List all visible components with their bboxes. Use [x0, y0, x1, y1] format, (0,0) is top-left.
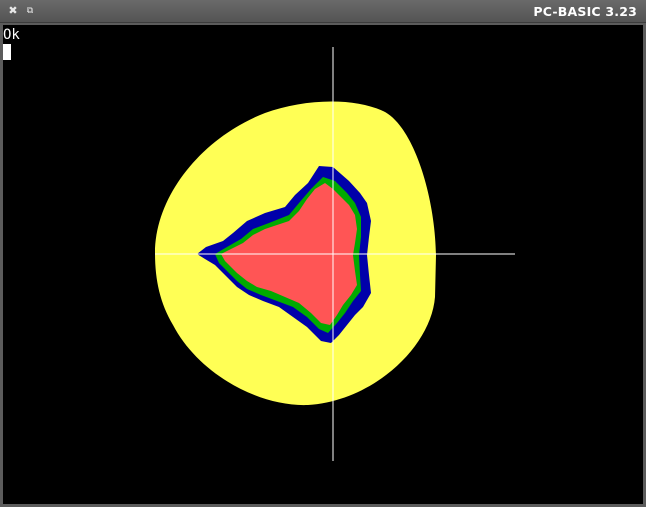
close-icon[interactable]: ✖	[6, 4, 20, 18]
pcbasic-window: ✖ ⧉ PC-BASIC 3.23 Ok	[0, 0, 646, 507]
ok-prompt: Ok	[3, 27, 20, 43]
title-bar[interactable]: ✖ ⧉ PC-BASIC 3.23	[0, 0, 646, 23]
mandelbrot-plot	[155, 47, 515, 461]
window-title: PC-BASIC 3.23	[533, 4, 637, 19]
text-cursor[interactable]	[3, 44, 11, 60]
restore-icon[interactable]: ⧉	[23, 4, 37, 18]
basic-screen[interactable]: Ok	[3, 25, 643, 504]
